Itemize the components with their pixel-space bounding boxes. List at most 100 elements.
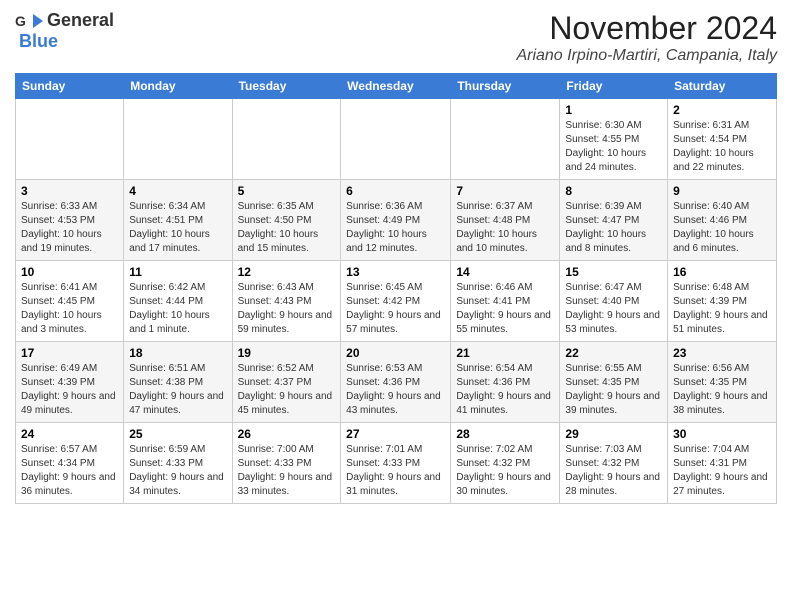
month-title: November 2024 [516,10,777,47]
calendar-cell: 26 Sunrise: 7:00 AM Sunset: 4:33 PM Dayli… [232,423,341,504]
day-number: 25 [129,427,226,441]
weekday-header-wednesday: Wednesday [341,74,451,99]
day-number: 27 [346,427,445,441]
calendar-cell: 19 Sunrise: 6:52 AM Sunset: 4:37 PM Dayli… [232,342,341,423]
day-number: 22 [565,346,662,360]
calendar-cell: 21Sunrise: 6:54 AM Sunset: 4:36 PM Dayli… [451,342,560,423]
day-number: 24 [21,427,118,441]
calendar-cell: 27 Sunrise: 7:01 AM Sunset: 4:33 PM Dayli… [341,423,451,504]
calendar-cell: 12Sunrise: 6:43 AM Sunset: 4:43 PM Dayli… [232,261,341,342]
day-info: Sunrise: 7:01 AM Sunset: 4:33 PM Dayligh… [346,443,445,499]
calendar-cell: 9 Sunrise: 6:40 AM Sunset: 4:46 PM Daylig… [668,180,777,261]
week-row-5: 24 Sunrise: 6:57 AM Sunset: 4:34 PM Dayli… [16,423,777,504]
logo-general: General [47,10,114,31]
header: G General Blue November 2024 Ariano Irpi… [15,10,777,65]
calendar-cell: 22Sunrise: 6:55 AM Sunset: 4:35 PM Dayli… [560,342,668,423]
day-number: 3 [21,184,118,198]
day-info: Sunrise: 7:03 AM Sunset: 4:32 PM Dayligh… [565,443,662,499]
day-number: 4 [129,184,226,198]
day-number: 13 [346,265,445,279]
calendar-cell: 25 Sunrise: 6:59 AM Sunset: 4:33 PM Dayli… [124,423,232,504]
week-row-4: 17Sunrise: 6:49 AM Sunset: 4:39 PM Dayli… [16,342,777,423]
calendar-cell: 1 Sunrise: 6:30 AM Sunset: 4:55 PM Daylig… [560,99,668,180]
logo: G General Blue [15,10,114,52]
day-number: 9 [673,184,771,198]
day-info: Sunrise: 7:04 AM Sunset: 4:31 PM Dayligh… [673,443,771,499]
calendar-cell: 16Sunrise: 6:48 AM Sunset: 4:39 PM Dayli… [668,261,777,342]
calendar-cell: 29Sunrise: 7:03 AM Sunset: 4:32 PM Dayli… [560,423,668,504]
calendar-cell: 20 Sunrise: 6:53 AM Sunset: 4:36 PM Dayli… [341,342,451,423]
calendar-cell: 15Sunrise: 6:47 AM Sunset: 4:40 PM Dayli… [560,261,668,342]
day-info: Sunrise: 6:46 AM Sunset: 4:41 PM Dayligh… [456,281,554,337]
day-number: 1 [565,103,662,117]
day-number: 20 [346,346,445,360]
day-info: Sunrise: 6:33 AM Sunset: 4:53 PM Dayligh… [21,200,118,256]
weekday-header-monday: Monday [124,74,232,99]
day-info: Sunrise: 7:00 AM Sunset: 4:33 PM Dayligh… [238,443,336,499]
week-row-3: 10 Sunrise: 6:41 AM Sunset: 4:45 PM Dayli… [16,261,777,342]
location-title: Ariano Irpino-Martiri, Campania, Italy [516,47,777,65]
calendar-cell: 24 Sunrise: 6:57 AM Sunset: 4:34 PM Dayli… [16,423,124,504]
day-number: 5 [238,184,336,198]
calendar-table: SundayMondayTuesdayWednesdayThursdayFrid… [15,73,777,504]
day-info: Sunrise: 6:31 AM Sunset: 4:54 PM Dayligh… [673,119,771,175]
day-info: Sunrise: 6:39 AM Sunset: 4:47 PM Dayligh… [565,200,662,256]
calendar-cell: 17Sunrise: 6:49 AM Sunset: 4:39 PM Dayli… [16,342,124,423]
week-row-1: 1 Sunrise: 6:30 AM Sunset: 4:55 PM Daylig… [16,99,777,180]
day-info: Sunrise: 6:30 AM Sunset: 4:55 PM Dayligh… [565,119,662,175]
day-info: Sunrise: 6:36 AM Sunset: 4:49 PM Dayligh… [346,200,445,256]
calendar-cell: 13Sunrise: 6:45 AM Sunset: 4:42 PM Dayli… [341,261,451,342]
weekday-header-friday: Friday [560,74,668,99]
day-number: 10 [21,265,118,279]
day-info: Sunrise: 6:51 AM Sunset: 4:38 PM Dayligh… [129,362,226,418]
calendar-cell: 3 Sunrise: 6:33 AM Sunset: 4:53 PM Daylig… [16,180,124,261]
day-number: 30 [673,427,771,441]
svg-text:G: G [15,13,26,29]
day-number: 26 [238,427,336,441]
day-number: 17 [21,346,118,360]
calendar-cell: 8 Sunrise: 6:39 AM Sunset: 4:47 PM Daylig… [560,180,668,261]
day-info: Sunrise: 6:41 AM Sunset: 4:45 PM Dayligh… [21,281,118,337]
calendar-cell: 18 Sunrise: 6:51 AM Sunset: 4:38 PM Dayli… [124,342,232,423]
calendar-cell: 30 Sunrise: 7:04 AM Sunset: 4:31 PM Dayli… [668,423,777,504]
day-info: Sunrise: 6:42 AM Sunset: 4:44 PM Dayligh… [129,281,226,337]
day-number: 14 [456,265,554,279]
day-info: Sunrise: 6:59 AM Sunset: 4:33 PM Dayligh… [129,443,226,499]
day-number: 8 [565,184,662,198]
day-info: Sunrise: 6:54 AM Sunset: 4:36 PM Dayligh… [456,362,554,418]
calendar-cell: 7Sunrise: 6:37 AM Sunset: 4:48 PM Daylig… [451,180,560,261]
logo-icon: G [15,12,43,30]
week-row-2: 3 Sunrise: 6:33 AM Sunset: 4:53 PM Daylig… [16,180,777,261]
day-info: Sunrise: 6:43 AM Sunset: 4:43 PM Dayligh… [238,281,336,337]
day-info: Sunrise: 6:34 AM Sunset: 4:51 PM Dayligh… [129,200,226,256]
calendar-cell: 23 Sunrise: 6:56 AM Sunset: 4:35 PM Dayli… [668,342,777,423]
calendar-cell: 6 Sunrise: 6:36 AM Sunset: 4:49 PM Daylig… [341,180,451,261]
calendar-cell: 28Sunrise: 7:02 AM Sunset: 4:32 PM Dayli… [451,423,560,504]
calendar-cell: 14 Sunrise: 6:46 AM Sunset: 4:41 PM Dayli… [451,261,560,342]
weekday-header-sunday: Sunday [16,74,124,99]
weekday-header-tuesday: Tuesday [232,74,341,99]
day-info: Sunrise: 6:56 AM Sunset: 4:35 PM Dayligh… [673,362,771,418]
calendar-cell [124,99,232,180]
weekday-header-saturday: Saturday [668,74,777,99]
calendar-cell [341,99,451,180]
day-number: 19 [238,346,336,360]
day-info: Sunrise: 6:47 AM Sunset: 4:40 PM Dayligh… [565,281,662,337]
day-info: Sunrise: 6:57 AM Sunset: 4:34 PM Dayligh… [21,443,118,499]
day-number: 18 [129,346,226,360]
day-number: 23 [673,346,771,360]
day-number: 6 [346,184,445,198]
logo-blue: Blue [19,31,58,52]
calendar-cell: 4 Sunrise: 6:34 AM Sunset: 4:51 PM Daylig… [124,180,232,261]
weekday-header-row: SundayMondayTuesdayWednesdayThursdayFrid… [16,74,777,99]
day-number: 16 [673,265,771,279]
calendar-cell [232,99,341,180]
calendar-cell [451,99,560,180]
day-info: Sunrise: 6:53 AM Sunset: 4:36 PM Dayligh… [346,362,445,418]
day-number: 11 [129,265,226,279]
day-number: 7 [456,184,554,198]
calendar-cell: 5Sunrise: 6:35 AM Sunset: 4:50 PM Daylig… [232,180,341,261]
day-info: Sunrise: 6:52 AM Sunset: 4:37 PM Dayligh… [238,362,336,418]
day-number: 2 [673,103,771,117]
day-info: Sunrise: 6:40 AM Sunset: 4:46 PM Dayligh… [673,200,771,256]
